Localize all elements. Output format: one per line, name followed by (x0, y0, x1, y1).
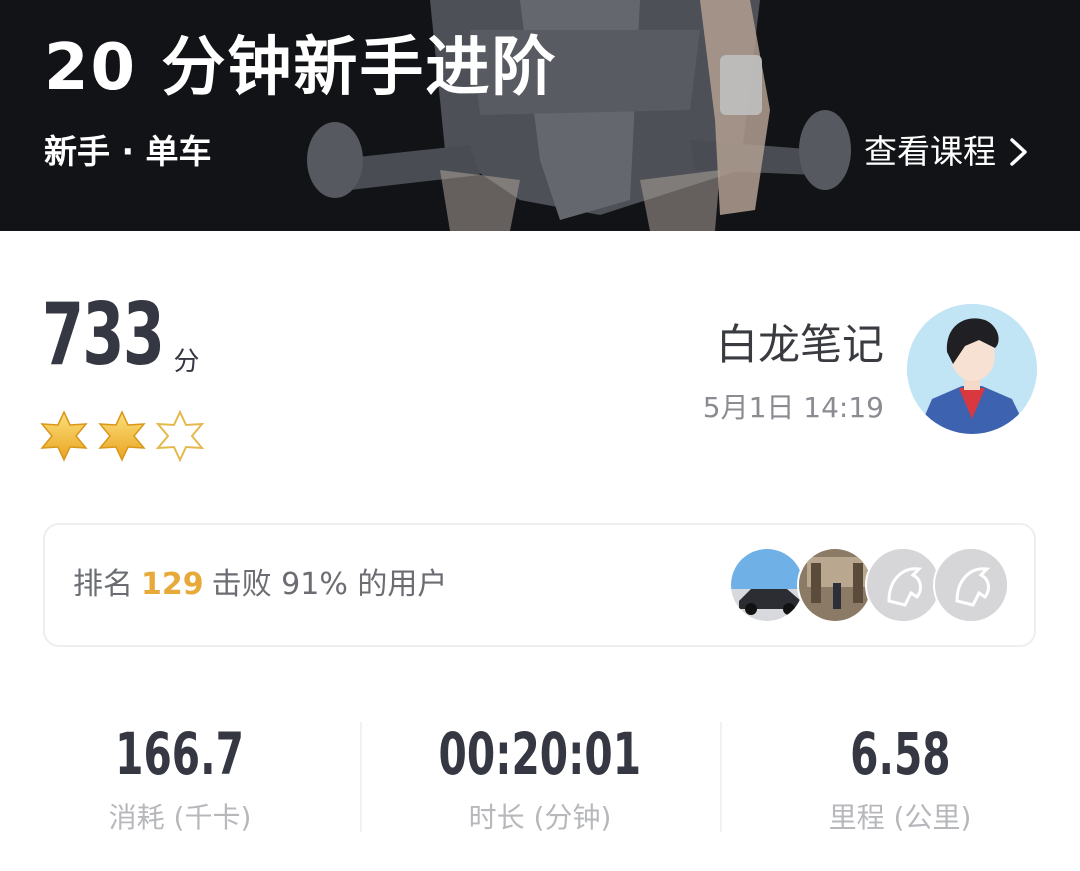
stat-label: 里程 (公里) (828, 801, 972, 834)
stat-value: 6.58 (849, 720, 951, 788)
workout-stats: 166.7 消耗 (千卡) 00:20:01 时长 (分钟) 6.58 里程 (… (0, 718, 1080, 838)
stat-divider (360, 722, 362, 832)
star-filled-icon (40, 410, 88, 462)
user-name: 白龙笔记 (715, 320, 884, 369)
stat-divider (720, 722, 722, 832)
ranked-user-avatar (729, 547, 805, 623)
stat-calories: 166.7 消耗 (千卡) (0, 718, 360, 838)
ranked-user-avatar (797, 547, 873, 623)
score-display: 733 分 (42, 286, 200, 384)
rank-number: 129 (141, 567, 204, 602)
view-course-link[interactable]: 查看课程 (864, 130, 1030, 174)
star-rating (40, 410, 204, 462)
default-avatar-icon (865, 547, 941, 623)
score-unit: 分 (173, 347, 200, 377)
stat-label: 时长 (分钟) (468, 801, 612, 834)
stat-value: 166.7 (115, 720, 245, 788)
star-empty-icon (156, 410, 204, 462)
stat-duration: 00:20:01 时长 (分钟) (360, 718, 720, 838)
stat-distance: 6.58 里程 (公里) (720, 718, 1080, 838)
course-tags: 新手 · 单车 (44, 132, 212, 171)
rank-prefix: 排名 (73, 567, 133, 602)
rank-suffix: 击败 91% 的用户 (211, 567, 448, 602)
avatar-illustration (907, 304, 1037, 434)
view-course-label: 查看课程 (864, 132, 996, 171)
stat-label: 消耗 (千卡) (108, 801, 252, 834)
star-filled-icon (98, 410, 146, 462)
user-avatar[interactable] (907, 304, 1037, 434)
course-banner[interactable]: 20 分钟新手进阶 新手 · 单车 查看课程 (0, 0, 1080, 231)
rank-summary: 排名 129 击败 91% 的用户 (73, 565, 447, 605)
workout-time: 5月1日 14:19 (702, 391, 884, 424)
score-value: 733 (42, 285, 165, 385)
course-title: 20 分钟新手进阶 (44, 31, 558, 105)
ranked-users-avatars[interactable] (729, 547, 1019, 625)
stat-value: 00:20:01 (438, 720, 642, 788)
default-avatar-icon (933, 547, 1009, 623)
rank-card[interactable]: 排名 129 击败 91% 的用户 (43, 523, 1036, 647)
workout-result-page: 20 分钟新手进阶 新手 · 单车 查看课程 733 分 白龙笔记 5月1日 1… (0, 0, 1080, 871)
chevron-right-icon (1010, 138, 1027, 166)
